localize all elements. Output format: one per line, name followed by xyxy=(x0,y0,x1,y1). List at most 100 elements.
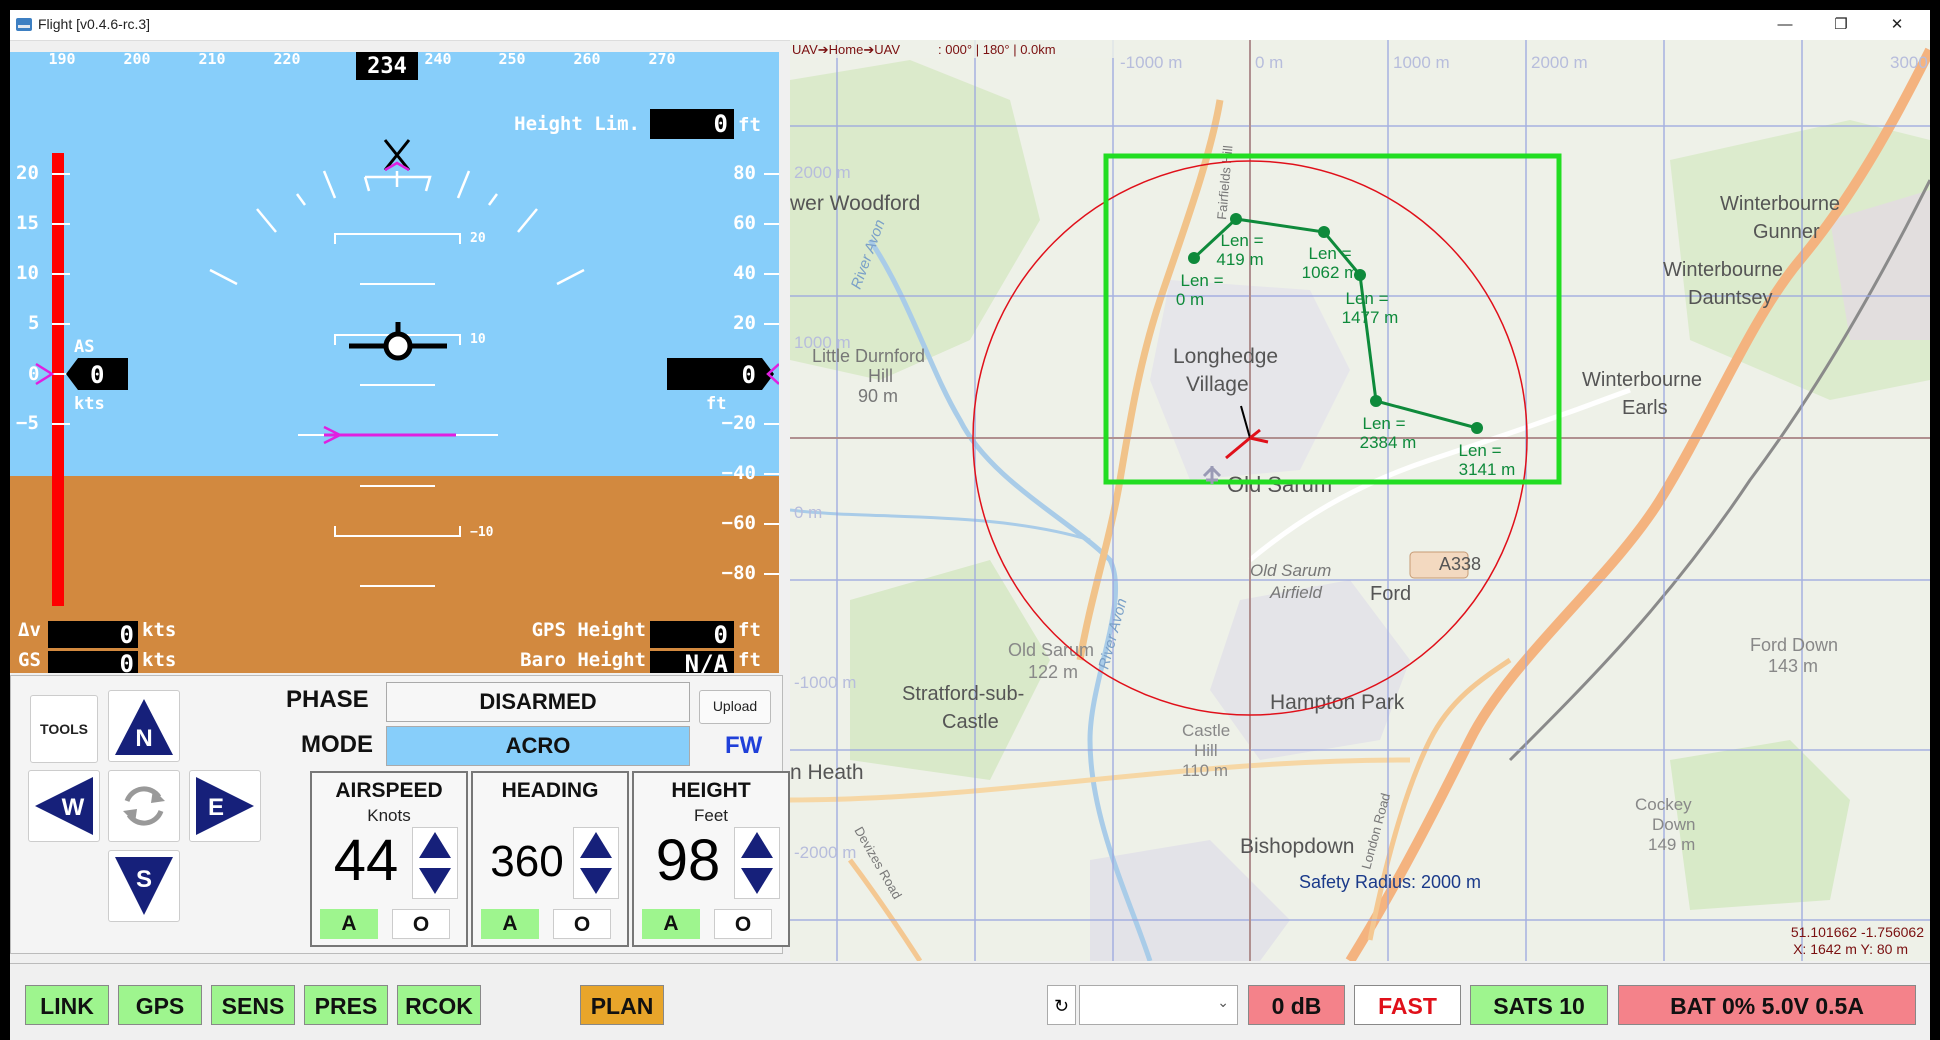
link-status[interactable]: LINK xyxy=(25,985,109,1025)
signal-db-status[interactable]: 0 dB xyxy=(1248,985,1345,1025)
place-label: Stratford-sub- xyxy=(902,683,1024,705)
place-label: Ford xyxy=(1370,583,1411,605)
heading-tick: 240 xyxy=(424,52,451,68)
airspeed-stepper[interactable] xyxy=(412,827,458,899)
sens-status[interactable]: SENS xyxy=(211,985,295,1025)
place-label: A338 xyxy=(1439,554,1481,574)
altitude-unit: ft xyxy=(706,394,726,414)
heading-setpoint-panel: HEADING 360 A O xyxy=(471,771,629,947)
place-label: Village xyxy=(1186,373,1249,396)
override-button[interactable]: O xyxy=(392,909,450,939)
grid-label: 3000 xyxy=(1890,53,1928,72)
nudge-west-button[interactable]: W xyxy=(28,770,100,842)
nudge-north-button[interactable]: N xyxy=(108,690,180,762)
place-label: Hill xyxy=(868,366,893,386)
place-label: Hill xyxy=(1194,741,1218,760)
place-label: Castle xyxy=(942,711,999,733)
close-button[interactable]: ✕ xyxy=(1874,10,1920,40)
cursor-xy: X: 1642 m Y: 80 m xyxy=(1793,941,1908,957)
place-label: Old Sarum xyxy=(1250,561,1331,580)
gps-height-unit: ft xyxy=(738,619,761,641)
gs-unit: kts xyxy=(142,649,176,671)
plan-button[interactable]: PLAN xyxy=(580,985,664,1025)
grid-label: 0 m xyxy=(794,503,822,522)
app-icon xyxy=(16,18,32,31)
west-arrow-icon: W xyxy=(35,777,93,835)
airspeed-tick: −5 xyxy=(16,412,39,434)
pres-status[interactable]: PRES xyxy=(304,985,388,1025)
waypoint-length: 0 m xyxy=(1176,290,1204,309)
gps-status[interactable]: GPS xyxy=(118,985,202,1025)
auto-button[interactable]: A xyxy=(481,909,539,939)
nudge-south-button[interactable]: S xyxy=(108,850,180,922)
heading-stepper[interactable] xyxy=(573,827,619,899)
place-label: Winterbourne xyxy=(1663,259,1783,281)
auto-button[interactable]: A xyxy=(320,909,378,939)
restore-button[interactable]: ❐ xyxy=(1818,10,1864,40)
heading-tick: 250 xyxy=(498,52,525,68)
tools-button[interactable]: TOOLS xyxy=(30,695,98,763)
override-button[interactable]: O xyxy=(553,909,611,939)
pitch-label: −10 xyxy=(470,525,494,540)
place-label: Ford Down xyxy=(1750,635,1838,655)
waypoint-marker[interactable] xyxy=(1318,226,1330,238)
pitch-label: 20 xyxy=(470,231,486,246)
setpoint-unit: Knots xyxy=(367,806,411,825)
heading-tick: 270 xyxy=(648,52,675,68)
nudge-reset-button[interactable] xyxy=(108,770,180,842)
port-dropdown[interactable]: ⌄ xyxy=(1079,985,1238,1025)
airspeed-unit: kts xyxy=(74,394,105,414)
waypoint-marker[interactable] xyxy=(1370,395,1382,407)
altitude-tick: −60 xyxy=(722,512,756,534)
height-stepper[interactable] xyxy=(734,827,780,899)
setpoint-value: 44 xyxy=(333,828,399,893)
minimize-button[interactable]: — xyxy=(1762,10,1808,40)
waypoint-marker[interactable] xyxy=(1471,422,1483,434)
cursor-latlon: 51.101662 -1.756062 xyxy=(1791,924,1924,940)
place-label: Down xyxy=(1652,815,1695,834)
place-label: Castle xyxy=(1182,721,1230,740)
app-window: Flight [v0.4.6-rc.3] — ❐ ✕ 190 200 210 2… xyxy=(10,10,1930,1040)
upload-button[interactable]: Upload xyxy=(699,690,771,724)
sats-status[interactable]: SATS 10 xyxy=(1470,985,1608,1025)
refresh-button[interactable]: ↻ xyxy=(1047,985,1076,1025)
altitude-tick: 80 xyxy=(733,162,756,184)
map-home-vector: UAV➔Home➔UAV xyxy=(792,42,900,57)
status-bar: LINK GPS SENS PRES RCOK PLAN ↻ ⌄ 0 dB FA… xyxy=(10,963,1930,1040)
waypoint-label: Len = xyxy=(1308,244,1351,263)
altitude-tick: 20 xyxy=(733,312,756,334)
altitude-tick: −20 xyxy=(722,412,756,434)
mode-selector[interactable]: ACRO xyxy=(386,726,690,766)
fast-status[interactable]: FAST xyxy=(1354,985,1461,1025)
nudge-east-button[interactable]: E xyxy=(189,770,261,842)
grid-label: -1000 m xyxy=(794,673,856,692)
waypoint-label: Len = xyxy=(1220,231,1263,250)
battery-status[interactable]: BAT 0% 5.0V 0.5A xyxy=(1618,985,1916,1025)
waypoint-label: Len = xyxy=(1362,414,1405,433)
place-label: Hampton Park xyxy=(1270,691,1405,714)
map-bearing-info: : 000° | 180° | 0.0km xyxy=(938,42,1056,57)
baro-height-value: N/A xyxy=(685,650,729,673)
attitude-hud: 190 200 210 220 240 250 260 270 234 Heig… xyxy=(10,52,779,673)
waypoint-marker[interactable] xyxy=(1230,213,1242,225)
airspeed-tick: 5 xyxy=(28,312,39,334)
heading-readout: 234 xyxy=(367,54,407,79)
place-label: Cockey xyxy=(1635,795,1692,814)
altitude-readout-box xyxy=(667,358,774,390)
waypoint-label: Len = xyxy=(1458,441,1501,460)
refresh-icon xyxy=(123,786,165,826)
override-button[interactable]: O xyxy=(714,909,772,939)
auto-button[interactable]: A xyxy=(642,909,700,939)
gps-height-label: GPS Height xyxy=(532,619,646,641)
mode-label: MODE xyxy=(301,731,373,758)
map-view[interactable]: -1000 m 0 m 1000 m 2000 m 3000 2000 m 10… xyxy=(790,40,1930,961)
grid-label: -1000 m xyxy=(1120,53,1182,72)
height-setpoint-panel: HEIGHT Feet 98 A O xyxy=(632,771,790,947)
south-label: S xyxy=(136,866,152,893)
height-limit-unit: ft xyxy=(738,114,761,136)
waypoint-marker[interactable] xyxy=(1188,252,1200,264)
gs-label: GS xyxy=(18,649,41,671)
altitude-readout: 0 xyxy=(742,361,756,389)
place-label: n Heath xyxy=(790,761,864,784)
rcok-status[interactable]: RCOK xyxy=(397,985,481,1025)
